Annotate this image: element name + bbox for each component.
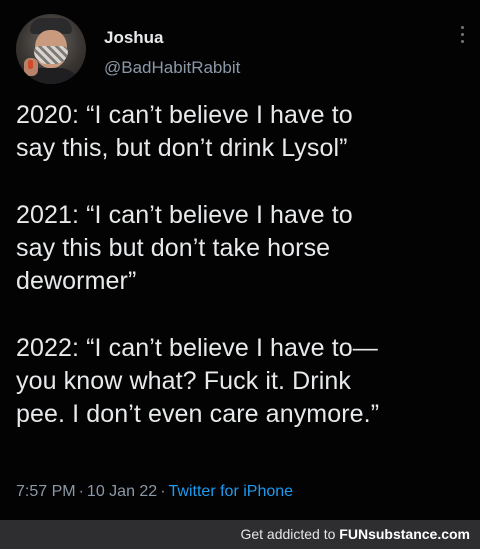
tweet-text: 2020: “I can’t believe I have to say thi… bbox=[16, 99, 466, 431]
avatar-mask bbox=[34, 46, 68, 64]
tweet-meta: 7:57 PM · 10 Jan 22 · Twitter for iPhone bbox=[16, 483, 293, 501]
more-vertical-icon[interactable] bbox=[458, 26, 466, 48]
avatar-hand bbox=[24, 58, 38, 76]
user-handle[interactable]: @BadHabitRabbit bbox=[104, 58, 240, 78]
meta-separator: · bbox=[78, 483, 84, 500]
watermark-tagline: Get addicted to bbox=[240, 526, 336, 542]
tweet-header: Joshua @BadHabitRabbit bbox=[16, 14, 466, 86]
tweet-card: Joshua @BadHabitRabbit 2020: “I can’t be… bbox=[0, 0, 480, 520]
watermark-footer: Get addicted to FUNsubstance.com bbox=[0, 520, 480, 549]
watermark-brand: FUNsubstance.com bbox=[339, 526, 470, 542]
avatar[interactable] bbox=[16, 14, 86, 84]
watermark-text: Get addicted to FUNsubstance.com bbox=[240, 526, 470, 542]
tweet-time[interactable]: 7:57 PM bbox=[16, 483, 76, 500]
tweet-source-link[interactable]: Twitter for iPhone bbox=[169, 483, 294, 500]
tweet-paragraph-2022: 2022: “I can’t believe I have to— you kn… bbox=[16, 334, 380, 428]
meta-separator: · bbox=[160, 483, 166, 500]
tweet-date[interactable]: 10 Jan 22 bbox=[87, 483, 157, 500]
display-name[interactable]: Joshua bbox=[104, 28, 164, 48]
tweet-paragraph-2021: 2021: “I can’t believe I have to say thi… bbox=[16, 201, 353, 295]
tweet-paragraph-2020: 2020: “I can’t believe I have to say thi… bbox=[16, 101, 353, 162]
